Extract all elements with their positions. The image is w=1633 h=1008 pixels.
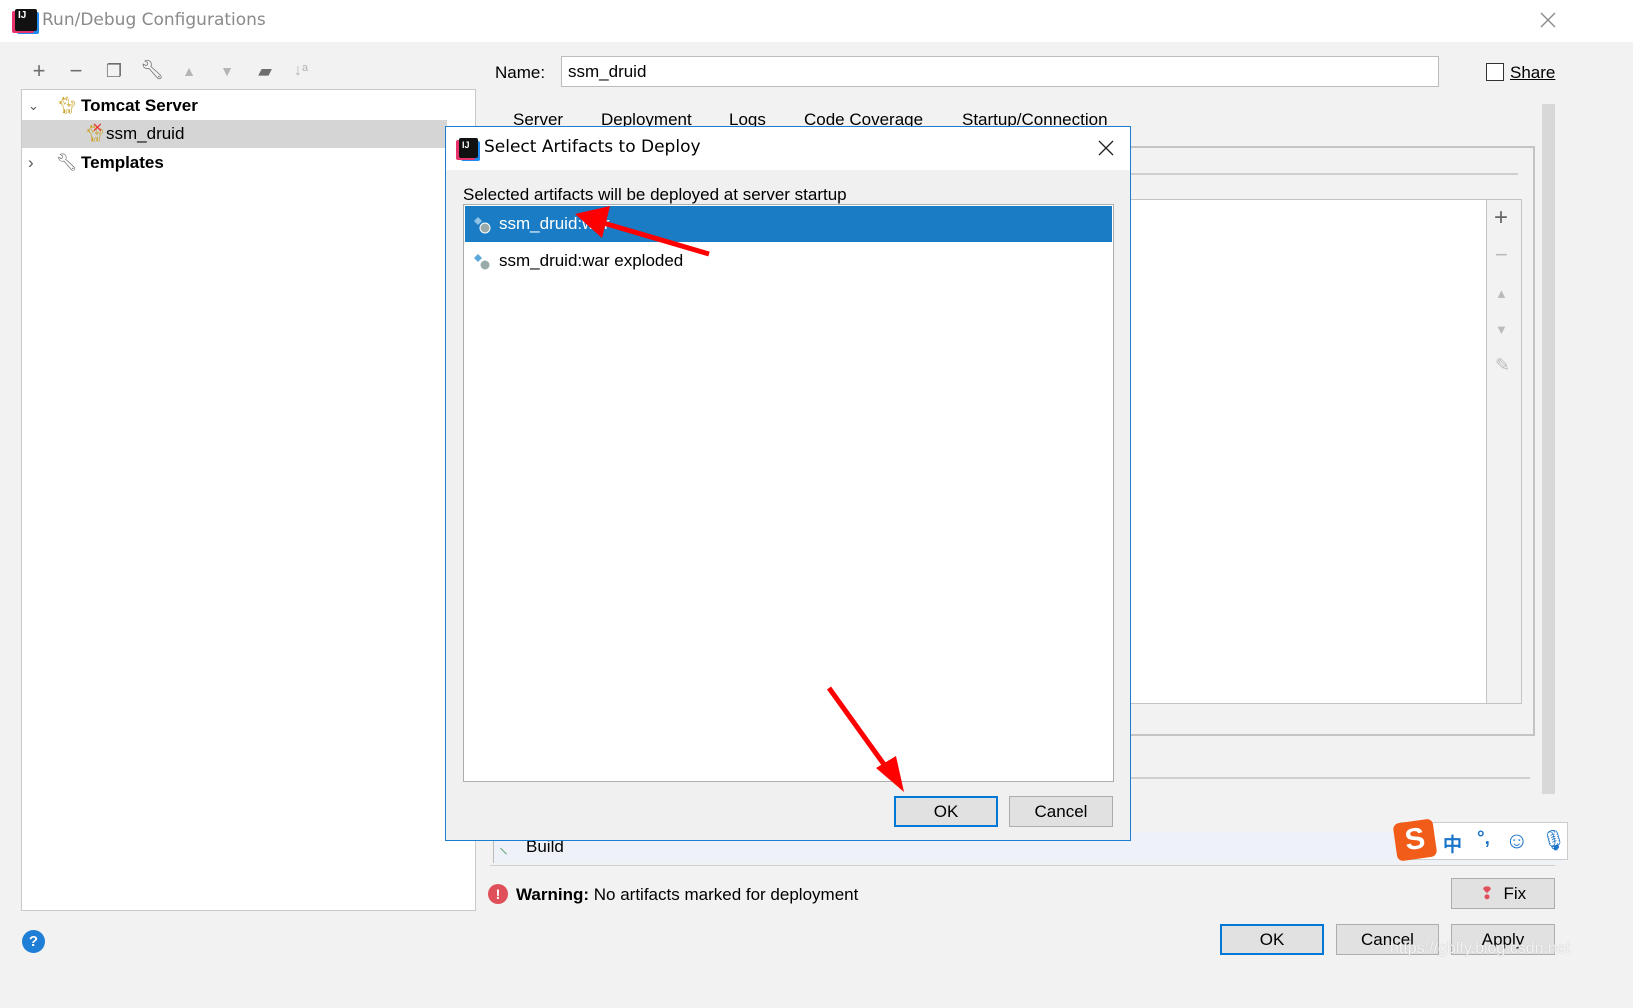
share-label[interactable]: Share <box>1510 63 1555 83</box>
config-tree: ⌄ 🐈︎ Tomcat Server 🐈︎ ✕ ssm_druid › 🔧︎ Te… <box>21 89 476 911</box>
warning-icon: ! <box>488 884 508 904</box>
sort-alpha-icon[interactable]: ↓ᵃ <box>289 59 313 83</box>
name-input[interactable]: ssm_druid <box>561 56 1439 87</box>
tree-label: ssm_druid <box>106 124 185 143</box>
warning-label: Warning: <box>516 885 590 904</box>
move-down-icon[interactable]: ▼ <box>215 59 239 83</box>
remove-icon[interactable]: − <box>1495 242 1508 268</box>
intellij-logo-icon: IJ <box>459 138 478 158</box>
tree-label: Templates <box>81 153 164 172</box>
scrollbar[interactable] <box>1542 104 1555 794</box>
copy-icon[interactable]: ❐ <box>102 59 126 83</box>
artifact-item-war[interactable]: ssm_druid:war <box>465 206 1112 242</box>
divider <box>490 865 1555 866</box>
add-icon[interactable]: + <box>1494 204 1508 232</box>
warning-text: No artifacts marked for deployment <box>593 885 859 904</box>
bulb-icon: ❢ <box>1479 884 1495 903</box>
dialog-ok-button[interactable]: OK <box>894 796 998 827</box>
edit-icon[interactable]: ✎ <box>1495 355 1510 376</box>
move-down-icon[interactable]: ▼ <box>1495 322 1508 337</box>
share-checkbox[interactable] <box>1486 63 1504 81</box>
tree-item-tomcat-server[interactable]: ⌄ 🐈︎ Tomcat Server <box>22 92 447 120</box>
add-icon[interactable]: + <box>27 59 51 83</box>
artifact-label: ssm_druid:war <box>499 214 610 233</box>
artifact-icon <box>474 254 491 271</box>
tree-item-ssm-druid[interactable]: 🐈︎ ✕ ssm_druid <box>22 120 447 148</box>
tomcat-error-icon: 🐈︎ ✕ <box>84 120 106 143</box>
microphone-icon[interactable]: 🎙︎ <box>1541 828 1566 853</box>
close-icon[interactable] <box>1540 12 1556 28</box>
artifact-list: ssm_druid:war ssm_druid:war exploded <box>463 204 1114 782</box>
tomcat-icon: 🐈︎ <box>56 96 78 115</box>
warning-message: Warning: No artifacts marked for deploym… <box>516 885 858 905</box>
new-folder-icon[interactable]: ▰ <box>253 59 277 83</box>
deploy-side-toolbar: + − ▲ ▼ ✎ <box>1486 199 1522 704</box>
window-title: Run/Debug Configurations <box>42 10 266 30</box>
dialog-cancel-button[interactable]: Cancel <box>1009 796 1113 827</box>
close-icon[interactable] <box>1098 140 1114 156</box>
wrench-icon: 🔧︎ <box>56 153 78 172</box>
artifact-label: ssm_druid:war exploded <box>499 251 684 270</box>
ime-lang-toggle[interactable]: 中 <box>1443 830 1462 857</box>
help-icon[interactable]: ? <box>22 930 45 953</box>
sogou-logo-icon: S <box>1392 818 1438 862</box>
chevron-right-icon[interactable]: › <box>28 149 34 177</box>
name-label: Name: <box>495 63 546 82</box>
move-up-icon[interactable]: ▲ <box>177 59 201 83</box>
select-artifacts-dialog: IJ Select Artifacts to Deploy Selected a… <box>445 126 1131 841</box>
dialog-title-bar: IJ Select Artifacts to Deploy <box>446 127 1130 170</box>
intellij-logo-icon: IJ <box>15 9 37 31</box>
emoji-icon[interactable]: ☺ <box>1505 827 1528 854</box>
artifact-item-war-exploded[interactable]: ssm_druid:war exploded <box>465 243 1112 279</box>
move-up-icon[interactable]: ▲ <box>1495 286 1508 301</box>
fix-button[interactable]: ❢ Fix <box>1451 878 1555 909</box>
divider <box>1130 173 1518 175</box>
ok-button[interactable]: OK <box>1220 924 1324 955</box>
artifact-icon <box>474 217 491 234</box>
chevron-down-icon[interactable]: ⌄ <box>28 92 39 120</box>
tree-item-templates[interactable]: › 🔧︎ Templates <box>22 149 447 177</box>
wrench-icon[interactable]: 🔧︎ <box>140 59 164 83</box>
watermark: https://gblfy.blog.csdn.net <box>1390 940 1571 957</box>
deploy-list[interactable] <box>1130 199 1487 704</box>
dialog-title: Select Artifacts to Deploy <box>484 137 701 157</box>
remove-icon[interactable]: − <box>64 59 88 83</box>
dialog-description: Selected artifacts will be deployed at s… <box>463 185 847 204</box>
ime-punct-toggle[interactable]: °, <box>1477 828 1490 850</box>
ime-toolbar: S 中 °, ☺ 🎙︎ <box>1392 818 1568 862</box>
fix-label: Fix <box>1503 884 1527 903</box>
